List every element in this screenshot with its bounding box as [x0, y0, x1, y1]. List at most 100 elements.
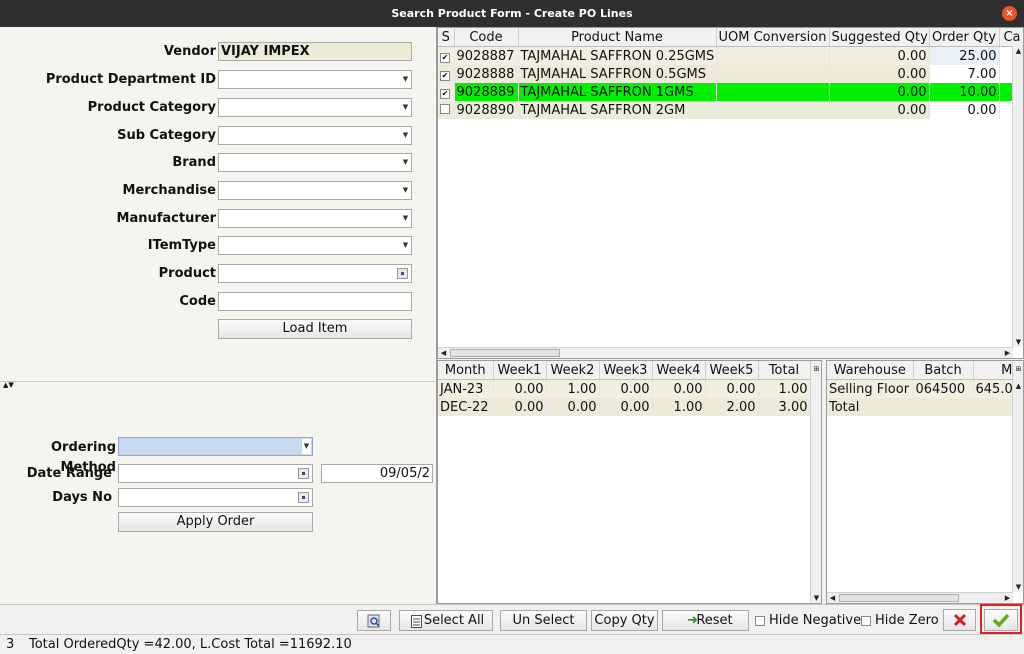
vendor-label: Vendor	[163, 44, 216, 59]
stock-grid-hscroll[interactable]: ◀ ▶	[827, 592, 1013, 603]
brand-select[interactable]: ▼	[218, 153, 412, 172]
merch-select[interactable]: ▼	[218, 181, 412, 200]
scroll-down-icon[interactable]: ▼	[1013, 337, 1023, 347]
col-week2[interactable]: Week2	[546, 361, 600, 380]
product-grid-vscroll[interactable]: ▲ ▼	[1012, 46, 1023, 347]
col-batch[interactable]: Batch	[913, 361, 974, 380]
row-checkbox[interactable]: ✔	[440, 52, 450, 63]
col-uom[interactable]: UOM Conversion	[716, 28, 830, 47]
column-chooser-icon[interactable]: ⊞	[811, 364, 821, 374]
scroll-left-icon[interactable]: ◀	[827, 593, 838, 603]
col-week1[interactable]: Week1	[493, 361, 547, 380]
cell-week4: 1.00	[652, 398, 706, 416]
scroll-right-icon[interactable]: ▶	[1002, 348, 1013, 358]
row-checkbox[interactable]: ✔	[440, 88, 450, 99]
date-to-field[interactable]: 09/05/2	[321, 464, 433, 483]
hide-zero-checkbox[interactable]	[861, 615, 871, 626]
magnifier-icon	[367, 614, 380, 628]
cell-total: 1.00	[758, 379, 811, 398]
col-week5[interactable]: Week5	[705, 361, 759, 380]
row-order-qty[interactable]: 0.00	[929, 101, 1000, 119]
col-week4[interactable]: Week4	[652, 361, 706, 380]
dept-select[interactable]: ▼	[218, 70, 412, 89]
hscroll-thumb[interactable]	[450, 349, 560, 357]
stepper-icon[interactable]	[298, 492, 309, 503]
row-order-qty[interactable]: 25.00	[929, 46, 1000, 65]
hide-negative-toggle[interactable]: Hide Negative	[755, 611, 861, 630]
code-field[interactable]	[218, 292, 412, 311]
row-checkbox[interactable]	[440, 103, 450, 114]
apply-order-button[interactable]: Apply Order	[118, 512, 313, 532]
lookup-icon[interactable]	[397, 268, 408, 279]
row-checkbox[interactable]: ✔	[440, 70, 450, 81]
status-bar: 3 Total OrderedQty =42.00, L.Cost Total …	[0, 634, 1024, 654]
chevron-down-icon[interactable]: ▼	[401, 155, 410, 170]
preview-button[interactable]	[357, 610, 391, 631]
chevron-down-icon[interactable]: ▼	[302, 439, 311, 454]
col-ca[interactable]: Ca	[999, 28, 1023, 47]
ordering-method-select[interactable]: ▼	[118, 437, 313, 456]
split-arrows-icon[interactable]: ▲▼	[3, 382, 14, 389]
scroll-left-icon[interactable]: ◀	[438, 348, 449, 358]
column-chooser-icon[interactable]: ⊞	[1013, 364, 1023, 374]
itemtype-select[interactable]: ▼	[218, 236, 412, 255]
col-order-qty[interactable]: Order Qty	[929, 28, 1000, 47]
col-product-name[interactable]: Product Name	[518, 28, 717, 47]
copy-qty-button[interactable]: Copy Qty	[591, 610, 658, 631]
chevron-down-icon[interactable]: ▼	[401, 72, 410, 87]
product-field[interactable]	[218, 264, 412, 283]
itemtype-label: ITemType	[147, 238, 216, 253]
scroll-up-icon[interactable]: ▲	[1013, 46, 1023, 56]
table-row[interactable]: JAN-23 0.00 1.00 0.00 0.00 0.00 1.00	[438, 379, 811, 398]
product-grid-hscroll[interactable]: ◀ ▶	[438, 347, 1013, 358]
col-suggested-qty[interactable]: Suggested Qty	[829, 28, 930, 47]
code-label: Code	[179, 294, 216, 309]
table-row[interactable]: ✔ 9028888 TAJMAHAL SAFFRON 0.5GMS 0.00 7…	[438, 65, 1023, 83]
date-from-field[interactable]	[118, 464, 313, 483]
table-row[interactable]: Total	[827, 398, 1023, 416]
hscroll-thumb[interactable]	[839, 594, 959, 602]
scroll-right-icon[interactable]: ▶	[1002, 593, 1013, 603]
days-no-field[interactable]	[118, 488, 313, 507]
chevron-down-icon[interactable]: ▼	[401, 183, 410, 198]
sales-grid-vscroll[interactable]: ⊞ ▼	[810, 361, 821, 603]
category-select[interactable]: ▼	[218, 98, 412, 117]
scroll-down-icon[interactable]: ▼	[1013, 582, 1023, 592]
col-total[interactable]: Total	[758, 361, 811, 380]
col-warehouse[interactable]: Warehouse	[827, 361, 914, 380]
col-month[interactable]: Month	[438, 361, 494, 380]
splitter[interactable]: ▲▼	[0, 381, 436, 389]
table-row[interactable]: 9028890 TAJMAHAL SAFFRON 2GM 0.00 0.00	[438, 101, 1023, 119]
cell-month: DEC-22	[438, 398, 494, 416]
col-code[interactable]: Code	[454, 28, 519, 47]
col-s[interactable]: S	[438, 28, 455, 47]
scroll-up-icon[interactable]: ▲	[1013, 381, 1023, 391]
row-name: TAJMAHAL SAFFRON 0.5GMS	[518, 65, 717, 83]
stock-grid-vscroll[interactable]: ⊞ ▲ ▼	[1012, 361, 1023, 592]
row-order-qty[interactable]: 7.00	[929, 65, 1000, 83]
table-row[interactable]: ✔ 9028887 TAJMAHAL SAFFRON 0.25GMS 0.00 …	[438, 46, 1023, 65]
subcategory-select[interactable]: ▼	[218, 126, 412, 145]
chevron-down-icon[interactable]: ▼	[401, 211, 410, 226]
hide-negative-checkbox[interactable]	[755, 615, 765, 626]
chevron-down-icon[interactable]: ▼	[401, 100, 410, 115]
manufacturer-select[interactable]: ▼	[218, 209, 412, 228]
cancel-button[interactable]	[943, 609, 976, 631]
col-week3[interactable]: Week3	[599, 361, 653, 380]
cell-week5: 2.00	[705, 398, 759, 416]
un-select-button[interactable]: Un Select	[500, 610, 587, 631]
reset-button[interactable]: ➜ Reset	[662, 610, 749, 631]
table-row[interactable]: Selling Floor 064500 645.0	[827, 379, 1023, 398]
chevron-down-icon[interactable]: ▼	[401, 238, 410, 253]
calendar-icon[interactable]	[298, 468, 309, 479]
chevron-down-icon[interactable]: ▼	[401, 128, 410, 143]
table-row[interactable]: DEC-22 0.00 0.00 0.00 1.00 2.00 3.00	[438, 398, 811, 416]
close-icon[interactable]: ×	[1002, 6, 1017, 21]
load-item-button[interactable]: Load Item	[218, 319, 412, 339]
select-all-button[interactable]: Select All	[399, 610, 493, 631]
row-order-qty[interactable]: 10.00	[929, 83, 1000, 101]
hide-zero-toggle[interactable]: Hide Zero	[861, 611, 939, 630]
scroll-down-icon[interactable]: ▼	[811, 593, 821, 603]
daterange-row: Date Range	[0, 464, 112, 484]
table-row-selected[interactable]: ✔ 9028889 TAJMAHAL SAFFRON 1GMS 0.00 10.…	[438, 83, 1023, 101]
